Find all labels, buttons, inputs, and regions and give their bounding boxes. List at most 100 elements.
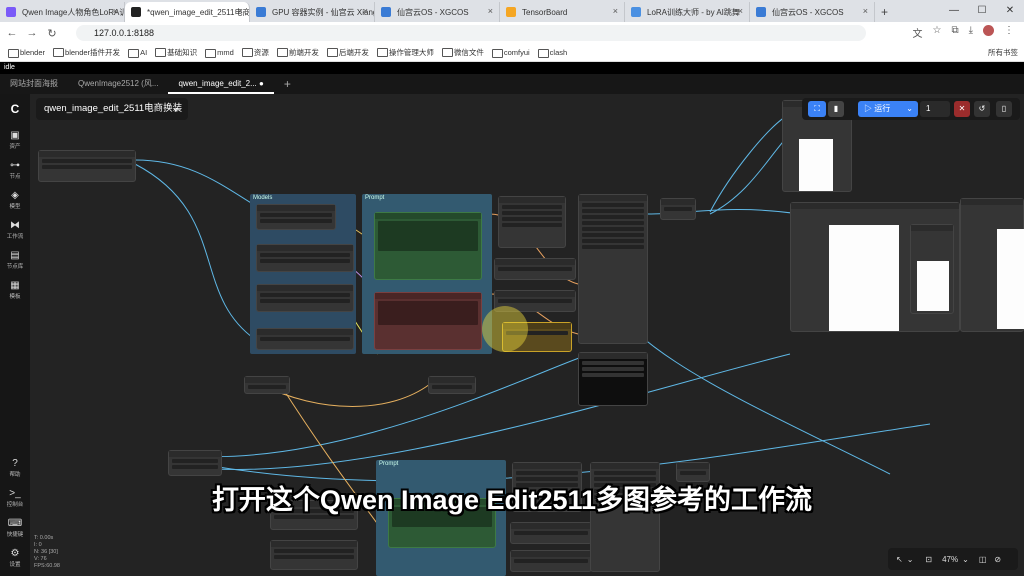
model-loader-node[interactable] [256, 204, 336, 230]
stop-icon[interactable]: ✕ [954, 101, 970, 117]
bookmark-item[interactable]: comfyui [491, 48, 530, 58]
add-workflow-tab-button[interactable]: + [274, 74, 301, 94]
profile-avatar[interactable] [983, 25, 994, 36]
reload-icon[interactable]: ↻ [44, 27, 60, 40]
workflow-name-dropdown[interactable]: qwen_image_edit_2511电商换装 ⌄ [36, 98, 188, 120]
comfy-logo-icon[interactable]: C [0, 102, 30, 117]
pointer-icon[interactable]: ↖ [896, 555, 903, 564]
browser-tab[interactable]: Qwen Image人物角色LoRA训 × [0, 2, 125, 22]
browser-tab-active[interactable]: *qwen_image_edit_2511电商 × [125, 2, 250, 22]
canvas-tools: ↖ ⌄ ⊡ 47% ⌄ ◫ ⊘ [888, 548, 1018, 570]
bookmark-item[interactable]: clash [537, 48, 567, 58]
ksampler-node[interactable] [578, 194, 648, 344]
close-icon[interactable]: × [113, 6, 118, 16]
tab-favicon-icon [131, 7, 141, 17]
image-batch-node[interactable] [168, 450, 222, 476]
close-icon[interactable]: × [238, 6, 243, 16]
bookmark-item[interactable]: mmd [205, 48, 234, 58]
chevron-down-icon[interactable]: ⌄ [962, 555, 969, 564]
sampler-settings-node[interactable] [498, 196, 566, 248]
menu-icon[interactable]: ⋮ [1004, 25, 1014, 40]
queue-mode-icon[interactable]: ⛶ [808, 101, 826, 117]
close-icon[interactable]: × [363, 6, 368, 16]
maximize-icon[interactable]: ☐ [968, 0, 996, 22]
back-icon[interactable]: ← [4, 27, 20, 39]
sidebar-item-assets[interactable]: ▣ 资产 [0, 130, 30, 150]
library-icon: ▤ [10, 250, 20, 261]
fit-view-icon[interactable]: ⊡ [925, 555, 932, 564]
sidebar-item-settings[interactable]: ⚙ 设置 [0, 548, 30, 568]
batch-count-stepper[interactable]: 1 [920, 101, 950, 117]
sidebar-item-templates[interactable]: ▦ 模板 [0, 280, 30, 300]
workflow-tab[interactable]: QwenImage2512 (风... [68, 74, 168, 94]
bookmark-item[interactable]: AI [128, 48, 147, 58]
image-scale-node-3[interactable] [510, 550, 592, 572]
minimize-icon[interactable]: — [940, 0, 968, 22]
chevron-down-icon[interactable]: ⌄ [907, 555, 914, 564]
bookmark-item[interactable]: blender [8, 48, 45, 58]
url-input[interactable]: 127.0.0.1:8188 [76, 25, 866, 41]
bookmark-item[interactable]: 微信文件 [441, 47, 484, 58]
run-button[interactable]: ▷ 运行 ⌄ [858, 101, 918, 117]
sidebar-item-models[interactable]: ◈ 模型 [0, 190, 30, 210]
close-icon[interactable]: × [863, 6, 868, 16]
image-scale-node-2[interactable] [510, 522, 592, 544]
close-window-icon[interactable]: ✕ [996, 0, 1024, 22]
clip-loader-node[interactable] [256, 284, 354, 312]
bookmark-item[interactable]: 后端开发 [326, 47, 369, 58]
positive-prompt-node[interactable] [374, 212, 482, 280]
bookmark-item[interactable]: blender插件开发 [53, 47, 120, 58]
sidebar-item-nodes[interactable]: ⊶ 节点 [0, 160, 30, 180]
sidebar-item-node-library[interactable]: ▤ 节点库 [0, 250, 30, 270]
bookmark-item[interactable]: 操作管理大师 [376, 47, 434, 58]
browser-tab[interactable]: LoRA训练大师 - by AI跳舞 × [625, 2, 750, 22]
reroute-node[interactable] [428, 376, 476, 394]
image-scale-node[interactable] [494, 258, 576, 280]
gear-icon: ⚙ [10, 548, 20, 559]
sidebar-item-shortcuts[interactable]: ⌨ 快捷键 [0, 518, 30, 538]
bookmark-item[interactable]: 前端开发 [276, 47, 319, 58]
load-image-node[interactable] [244, 376, 290, 394]
new-tab-button[interactable]: + [881, 2, 888, 22]
zoom-level[interactable]: 47% [942, 555, 958, 564]
bookmark-item[interactable]: 资源 [241, 47, 269, 58]
translate-icon[interactable]: 文 [912, 25, 922, 40]
tab-favicon-icon [6, 7, 16, 17]
sidebar-item-help[interactable]: ? 帮助 [0, 458, 30, 478]
workflow-tab[interactable]: 网站封面海报 [0, 74, 68, 94]
forward-icon[interactable]: → [24, 27, 40, 39]
preview-image-node[interactable] [910, 224, 954, 314]
all-bookmarks[interactable]: 所有书签 [988, 47, 1018, 58]
tab-favicon-icon [506, 7, 516, 17]
chevron-down-icon: ⌄ [172, 103, 180, 114]
lora-loader-node[interactable] [256, 244, 354, 272]
browser-tab[interactable]: TensorBoard × [500, 2, 625, 22]
star-icon[interactable]: ☆ [932, 25, 941, 40]
stat-vertices: V: 76 [34, 556, 47, 562]
close-icon[interactable]: × [613, 6, 618, 16]
group-title: Prompt [379, 461, 399, 467]
clip-loader-node-2[interactable] [270, 540, 358, 570]
close-icon[interactable]: × [738, 6, 743, 16]
workflow-tab-active[interactable]: qwen_image_edit_2... ● [168, 74, 274, 94]
vae-loader-node[interactable] [256, 328, 354, 350]
minimap-icon[interactable]: ◫ [979, 555, 987, 564]
negative-prompt-node[interactable] [374, 292, 482, 350]
bookmark-icon[interactable]: ▮ [828, 101, 844, 117]
extension-icon[interactable]: ⧉ [951, 25, 958, 40]
link-visibility-icon[interactable]: ⊘ [994, 555, 1001, 564]
note-node[interactable] [578, 352, 648, 406]
browser-tab[interactable]: 仙宫云OS - XGCOS × [375, 2, 500, 22]
compare-image-node[interactable] [960, 198, 1024, 332]
load-lora-node[interactable] [38, 150, 136, 182]
close-icon[interactable]: × [488, 6, 493, 16]
vae-decode-node[interactable] [660, 198, 696, 220]
sidebar-item-workflows[interactable]: ⧓ 工作流 [0, 220, 30, 240]
browser-tab[interactable]: 仙宫云OS - XGCOS × [750, 2, 875, 22]
workflow-icon: ⧓ [10, 220, 20, 231]
panel-toggle-icon[interactable]: ▯ [996, 101, 1012, 117]
browser-tab[interactable]: GPU 容器实例 - 仙宫云 Xiang × [250, 2, 375, 22]
download-icon[interactable]: ⤓ [969, 25, 973, 40]
history-icon[interactable]: ↺ [974, 101, 990, 117]
bookmark-item[interactable]: 基础知识 [155, 47, 197, 58]
